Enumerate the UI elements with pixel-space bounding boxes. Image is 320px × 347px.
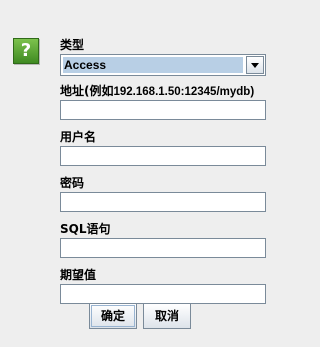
address-field[interactable] (60, 100, 266, 120)
expected-value-field[interactable] (60, 284, 266, 304)
username-field[interactable] (60, 146, 266, 166)
type-label: 类型 (60, 38, 85, 52)
username-label: 用户名 (60, 130, 97, 144)
expected-value-label: 期望值 (60, 268, 97, 282)
password-label: 密码 (60, 176, 85, 190)
type-select-value: Access (63, 57, 243, 73)
ok-button[interactable]: 确定 (89, 303, 137, 329)
type-select[interactable]: Access (60, 54, 266, 76)
dialog-buttons: 确定 取消 (89, 303, 191, 329)
sql-label: SQL语句 (60, 222, 111, 236)
chevron-down-icon[interactable] (246, 56, 264, 74)
sql-field[interactable] (60, 238, 266, 258)
address-label-hint: 192.168.1.50:12345/mydb) (113, 86, 255, 98)
cancel-button[interactable]: 取消 (143, 303, 191, 329)
question-icon: ? (13, 38, 39, 64)
address-label: 地址(例如192.168.1.50:12345/mydb) (60, 82, 267, 100)
password-field[interactable] (60, 192, 266, 212)
address-label-main: 地址(例如 (60, 84, 114, 98)
connection-form: 类型 Access 地址(例如192.168.1.50:12345/mydb) … (60, 36, 267, 312)
